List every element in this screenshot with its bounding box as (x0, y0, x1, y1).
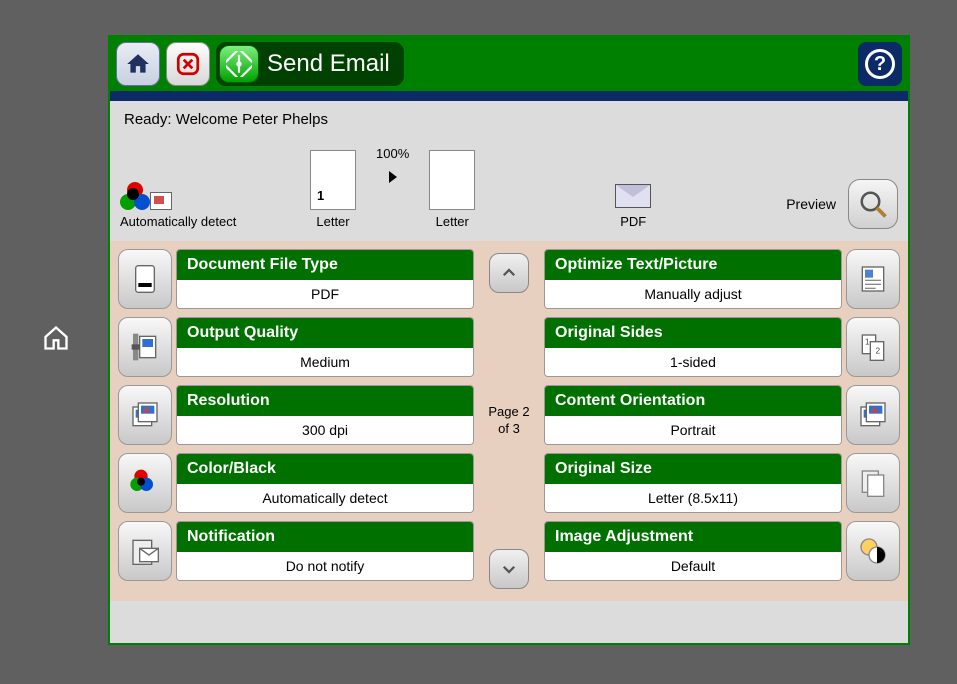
quality-icon (118, 317, 172, 377)
orientation-icon (846, 385, 900, 445)
arrow-right-icon (389, 171, 397, 183)
help-button[interactable]: ? (858, 42, 902, 86)
zoom-indicator: 100% (376, 146, 409, 189)
setting-title: Original Size (545, 454, 841, 484)
header-strip (110, 91, 908, 101)
sides-icon: 12 (846, 317, 900, 377)
setting-title: Output Quality (177, 318, 473, 348)
color-mode-label: Automatically detect (120, 214, 236, 229)
page-mini-icon (150, 192, 172, 210)
page-thumb-icon: 1 (310, 150, 356, 210)
setting-title: Notification (177, 522, 473, 552)
output-size-label: Letter (436, 214, 469, 229)
setting-title: Image Adjustment (545, 522, 841, 552)
setting-original-sides[interactable]: Original Sides 1-sided 12 (544, 317, 900, 377)
zoom-value: 100% (376, 146, 409, 161)
page-indicator: Page 2 of 3 (488, 404, 529, 438)
scroll-up-button[interactable] (489, 253, 529, 293)
setting-value: Medium (177, 348, 473, 376)
page-title: Send Email (267, 50, 390, 78)
settings-area: Document File Type PDF Output Quality Me… (110, 241, 908, 601)
page-line1: Page 2 (488, 404, 529, 421)
settings-left-column: Document File Type PDF Output Quality Me… (118, 249, 474, 593)
optimize-icon (846, 249, 900, 309)
pager-column: Page 2 of 3 (474, 249, 544, 593)
setting-value: 1-sided (545, 348, 841, 376)
setting-title: Original Sides (545, 318, 841, 348)
setting-original-size[interactable]: Original Size Letter (8.5x11) (544, 453, 900, 513)
status-area: Ready: Welcome Peter Phelps Automaticall… (110, 101, 908, 241)
setting-value: 300 dpi (177, 416, 473, 444)
screen: Send Email ? Ready: Welcome Peter Phelps (108, 35, 910, 645)
envelope-icon (615, 184, 651, 208)
setting-title: Document File Type (177, 250, 473, 280)
color-black-icon (118, 453, 172, 513)
scroll-down-button[interactable] (489, 549, 529, 589)
svg-text:2: 2 (876, 347, 881, 356)
image-adjust-icon (846, 521, 900, 581)
setting-title: Optimize Text/Picture (545, 250, 841, 280)
setting-value: Automatically detect (177, 484, 473, 512)
setting-content-orientation[interactable]: Content Orientation Portrait (544, 385, 900, 445)
preview-row: Automatically detect 1 Letter 100% Lette… (120, 146, 898, 229)
setting-value: PDF (177, 280, 473, 308)
setting-image-adjustment[interactable]: Image Adjustment Default (544, 521, 900, 581)
setting-resolution[interactable]: Resolution 300 dpi (118, 385, 474, 445)
resolution-icon (118, 385, 172, 445)
file-type-label: PDF (620, 214, 646, 229)
setting-value: Manually adjust (545, 280, 841, 308)
color-wheel-icon (120, 182, 150, 212)
preview-button[interactable] (848, 179, 898, 229)
home-button[interactable] (116, 42, 160, 86)
help-icon: ? (865, 49, 895, 79)
status-text: Ready: Welcome Peter Phelps (124, 111, 898, 128)
setting-value: Do not notify (177, 552, 473, 580)
magnifier-icon (858, 189, 888, 219)
original-size-icon (846, 453, 900, 513)
cancel-button[interactable] (166, 42, 210, 86)
chevron-down-icon (500, 560, 518, 578)
setting-color-black[interactable]: Color/Black Automatically detect (118, 453, 474, 513)
setting-title: Resolution (177, 386, 473, 416)
notification-icon (118, 521, 172, 581)
settings-right-column: Optimize Text/Picture Manually adjust Or… (544, 249, 900, 593)
original-page-thumb: 1 Letter (310, 150, 356, 229)
chevron-up-icon (500, 264, 518, 282)
setting-value: Letter (8.5x11) (545, 484, 841, 512)
setting-optimize-text-picture[interactable]: Optimize Text/Picture Manually adjust (544, 249, 900, 309)
setting-value: Default (545, 552, 841, 580)
svg-text:1: 1 (865, 337, 870, 346)
color-mode-indicator: Automatically detect (120, 182, 270, 229)
preview-button-group: Preview (786, 179, 898, 229)
original-size-label: Letter (316, 214, 349, 229)
setting-output-quality[interactable]: Output Quality Medium (118, 317, 474, 377)
setting-value: Portrait (545, 416, 841, 444)
setting-notification[interactable]: Notification Do not notify (118, 521, 474, 581)
setting-title: Content Orientation (545, 386, 841, 416)
preview-label: Preview (786, 196, 836, 212)
setting-document-file-type[interactable]: Document File Type PDF (118, 249, 474, 309)
start-title-block: Send Email (216, 42, 404, 86)
setting-title: Color/Black (177, 454, 473, 484)
page-thumb-icon (429, 150, 475, 210)
output-page-thumb: Letter (429, 150, 475, 229)
device-home-icon (42, 324, 70, 352)
file-type-icon (118, 249, 172, 309)
file-type-indicator: PDF (615, 184, 651, 229)
start-button[interactable] (219, 45, 259, 83)
header-bar: Send Email ? (110, 37, 908, 91)
page-line2: of 3 (488, 421, 529, 438)
